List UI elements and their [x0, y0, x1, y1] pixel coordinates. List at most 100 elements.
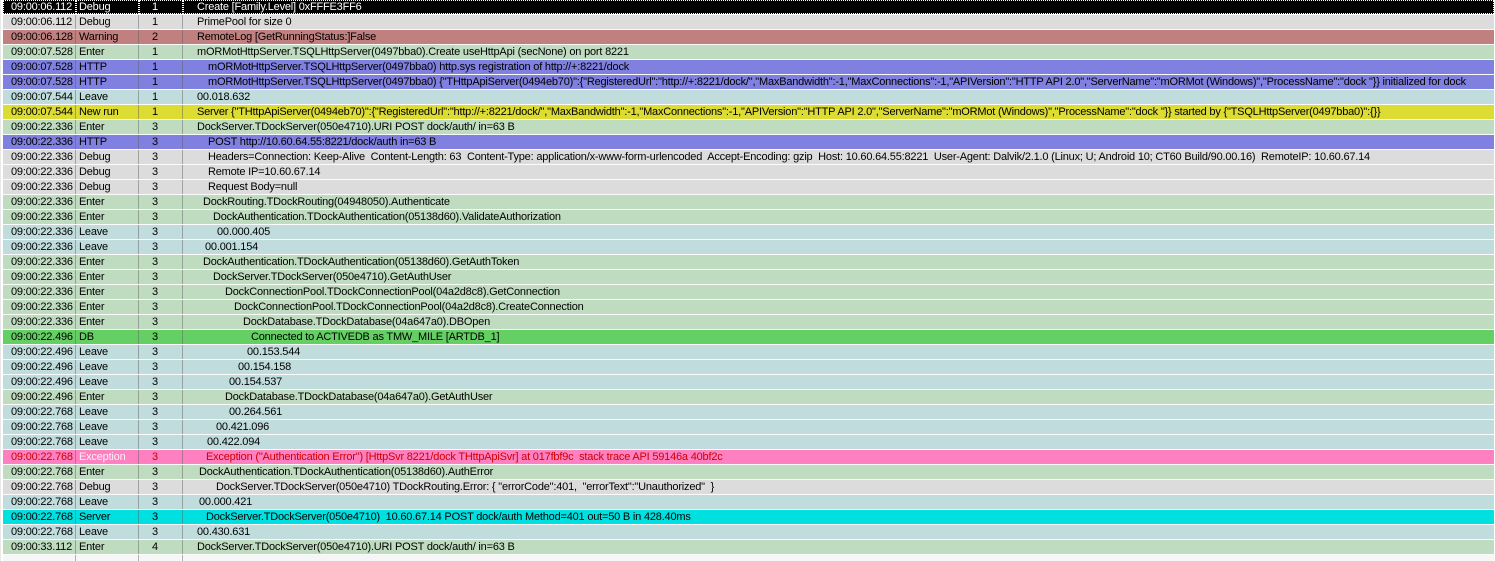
thread-id-cell: 3 [139, 405, 183, 419]
log-row[interactable]: 09:00:06.112 Debug 1 Create [Family.Level] … [3, 0, 1494, 15]
message-cell: PrimePool for size 0 [197, 16, 292, 28]
log-row[interactable]: 09:00:22.496 Enter 3 DockDatabase.TDockData… [3, 390, 1494, 405]
log-row[interactable]: 09:00:22.768 Leave 3 00.422.094 [3, 435, 1494, 450]
timestamp-cell: 09:00:22.336 [3, 135, 76, 149]
message-cell: 00.000.421 [199, 496, 253, 508]
message-cell: RemoteLog [GetRunningStatus:]False [197, 31, 377, 43]
log-row[interactable]: 09:00:22.336 Enter 3 DockServer.TDockServer… [3, 270, 1494, 285]
log-row[interactable]: 09:00:22.336 Enter 3 DockRouting.TDockRouti… [3, 195, 1494, 210]
event-type-cell: Leave [76, 240, 139, 254]
log-row[interactable]: 09:00:22.336 Enter 3 DockAuthentication.TDo… [3, 255, 1494, 270]
log-row[interactable]: 09:00:22.496 Leave 3 00.154.158 [3, 360, 1494, 375]
timestamp-cell: 09:00:22.496 [3, 345, 76, 359]
message-cell: DockDatabase.TDockDatabase(04a647a0).Get… [225, 391, 493, 403]
log-row[interactable]: 09:00:22.336 Enter 3 DockServer.TDockServer… [3, 120, 1494, 135]
thread-id-cell: 3 [139, 180, 183, 194]
event-type-cell: Enter [76, 255, 139, 269]
event-type-cell: Enter [76, 285, 139, 299]
timestamp-cell: 09:00:22.768 [3, 405, 76, 419]
log-row[interactable]: 09:00:22.768 Leave 3 00.421.096 [3, 420, 1494, 435]
log-row[interactable]: 09:00:22.336 Enter 3 DockConnectionPool.TDo… [3, 285, 1494, 300]
event-type-cell: HTTP [76, 60, 139, 74]
thread-id-cell: 3 [139, 240, 183, 254]
log-row[interactable]: 09:00:06.128 Warning 2 RemoteLog [GetRunnin… [3, 30, 1494, 45]
thread-id-cell: 3 [139, 390, 183, 404]
log-row[interactable]: 09:00:07.528 HTTP 1 mORMotHttpServer.TSQLHt… [3, 75, 1494, 90]
thread-id-cell: 3 [139, 270, 183, 284]
message-cell: DockConnectionPool.TDockConnectionPool(0… [234, 301, 584, 313]
event-type-cell: Enter [76, 195, 139, 209]
timestamp-cell: 09:00:07.528 [3, 60, 76, 74]
log-row[interactable]: 09:00:22.768 Leave 3 00.264.561 [3, 405, 1494, 420]
log-row[interactable]: 09:00:22.336 Enter 3 DockDatabase.TDockData… [3, 315, 1494, 330]
event-type-cell: Enter [76, 315, 139, 329]
log-row[interactable]: 09:00:22.336 HTTP 3 POST http://10.60.64.55… [3, 135, 1494, 150]
log-row[interactable]: 09:00:22.768 Leave 3 00.000.421 [3, 495, 1494, 510]
log-row[interactable]: 09:00:22.496 DB 3 Connected to ACTIVEDB as … [3, 330, 1494, 345]
log-row[interactable]: 09:00:22.768 Debug 3 DockServer.TDockServer… [3, 480, 1494, 495]
message-cell [183, 555, 1494, 561]
message-cell: Exception ("Authentication Error") [Http… [206, 451, 723, 463]
log-row[interactable]: 09:00:22.768 Exception 3 Exception ("Authen… [3, 450, 1494, 465]
thread-id-cell: 3 [139, 225, 183, 239]
event-type-cell: Enter [76, 540, 139, 554]
message-cell: 00.264.561 [229, 406, 283, 418]
log-row[interactable]: 09:00:07.528 Enter 1 mORMotHttpServer.TSQLH… [3, 45, 1494, 60]
thread-id-cell: 4 [139, 540, 183, 554]
timestamp-cell: 09:00:22.336 [3, 195, 76, 209]
log-row[interactable]: 09:00:07.528 HTTP 1 mORMotHttpServer.TSQLHt… [3, 60, 1494, 75]
event-type-cell: Enter [76, 210, 139, 224]
thread-id-cell: 1 [139, 90, 183, 104]
event-type-cell: Enter [76, 120, 139, 134]
log-row[interactable]: 09:00:22.336 Leave 3 00.001.154 [3, 240, 1494, 255]
log-row[interactable]: 09:00:22.336 Enter 3 DockConnectionPool.TDo… [3, 300, 1494, 315]
log-row[interactable]: 09:00:22.768 Leave 3 00.430.631 [3, 525, 1494, 540]
event-type-cell: Debug [76, 165, 139, 179]
message-cell: Remote IP=10.60.67.14 [208, 166, 321, 178]
thread-id-cell: 1 [139, 75, 183, 89]
log-row[interactable]: 09:00:22.336 Debug 3 Request Body=null [3, 180, 1494, 195]
thread-id-cell: 3 [139, 330, 183, 344]
timestamp-cell: 09:00:22.336 [3, 255, 76, 269]
event-type-cell: Enter [76, 465, 139, 479]
event-type-cell: Leave [76, 90, 139, 104]
log-row[interactable]: 09:00:07.544 New run 1 Server {"THttpApiSer… [3, 105, 1494, 120]
log-viewer: 09:00:06.112 Debug 1 Create [Family.Level] … [0, 0, 1495, 561]
thread-id-cell: 3 [139, 435, 183, 449]
log-row[interactable]: 09:00:22.768 Server 3 DockServer.TDockServe… [3, 510, 1494, 525]
timestamp-cell: 09:00:22.768 [3, 420, 76, 434]
timestamp-cell: 09:00:06.128 [3, 30, 76, 44]
log-row[interactable]: 09:00:22.336 Debug 3 Remote IP=10.60.67.14 [3, 165, 1494, 180]
timestamp-cell: 09:00:22.336 [3, 315, 76, 329]
message-cell: Create [Family.Level] 0xFFFE3FF6 [183, 0, 1494, 14]
message-cell: POST http://10.60.64.55:8221/dock/auth i… [208, 136, 437, 148]
timestamp-cell: 09:00:22.768 [3, 510, 76, 524]
log-row[interactable]: 09:00:07.544 Leave 1 00.018.632 [3, 90, 1494, 105]
event-type-cell: Debug [76, 150, 139, 164]
log-row[interactable]: 09:00:22.496 Leave 3 00.153.544 [3, 345, 1494, 360]
timestamp-cell: 09:00:22.496 [3, 360, 76, 374]
thread-id-cell: 2 [139, 30, 183, 44]
timestamp-cell: 09:00:22.336 [3, 165, 76, 179]
timestamp-cell: 09:00:22.768 [3, 450, 76, 464]
log-row[interactable]: 09:00:33.112 Enter 4 DockServer.TDockServer… [3, 540, 1494, 555]
message-cell: 00.154.158 [238, 361, 292, 373]
event-type-cell: Leave [76, 375, 139, 389]
log-row[interactable]: 09:00:22.336 Leave 3 00.000.405 [3, 225, 1494, 240]
log-row[interactable]: 09:00:06.112 Debug 1 PrimePool for size 0 [3, 15, 1494, 30]
event-type-cell: Enter [76, 270, 139, 284]
thread-id-cell: 1 [139, 15, 183, 29]
message-cell: DockServer.TDockServer(050e4710).URI POS… [197, 121, 515, 133]
log-row[interactable]: 09:00:22.496 Leave 3 00.154.537 [3, 375, 1494, 390]
timestamp-cell: 09:00:22.496 [3, 330, 76, 344]
log-row[interactable] [3, 555, 1494, 561]
thread-id-cell: 3 [139, 420, 183, 434]
log-row[interactable]: 09:00:22.336 Debug 3 Headers=Connection: Ke… [3, 150, 1494, 165]
log-row[interactable]: 09:00:22.336 Enter 3 DockAuthentication.TDo… [3, 210, 1494, 225]
event-type-cell: HTTP [76, 75, 139, 89]
message-cell: 00.018.632 [197, 91, 251, 103]
event-type-cell: Leave [76, 525, 139, 539]
timestamp-cell: 09:00:22.336 [3, 225, 76, 239]
message-cell: mORMotHttpServer.TSQLHttpServer(0497bba0… [208, 61, 630, 73]
log-row[interactable]: 09:00:22.768 Enter 3 DockAuthentication.TDo… [3, 465, 1494, 480]
